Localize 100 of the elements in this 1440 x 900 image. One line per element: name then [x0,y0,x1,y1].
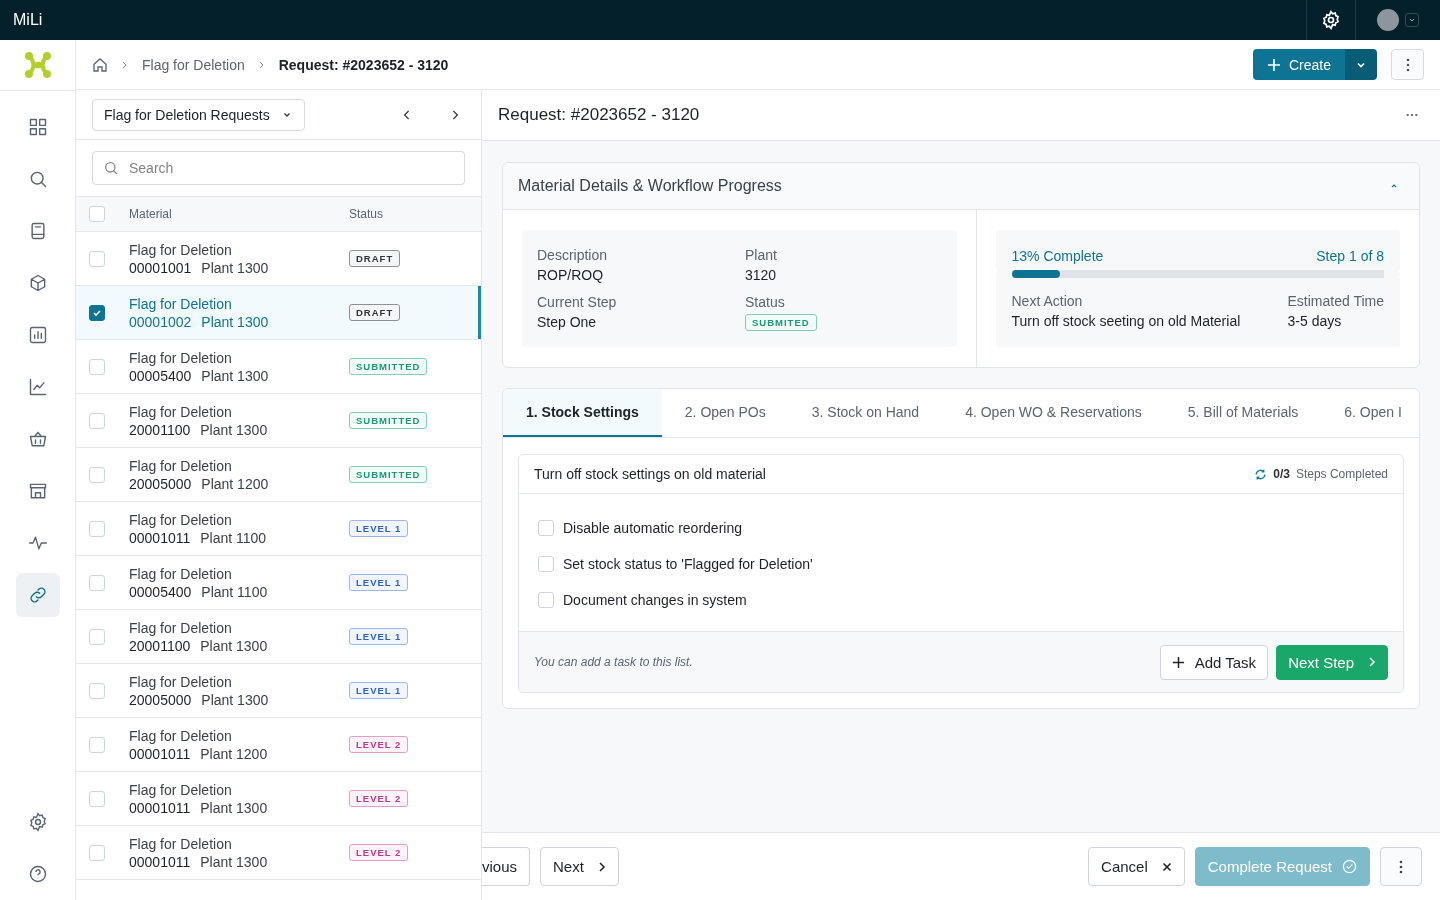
list-row[interactable]: Flag for Deletion 00001011 Plant 1200 LEVEL 2 [76,718,481,772]
help-icon [27,864,48,884]
step-tab[interactable]: 4. Open WO & Reservations [942,389,1165,437]
step-tab[interactable]: 6. Open I [1321,389,1419,437]
chevron-right-icon [451,108,459,121]
list-row[interactable]: Flag for Deletion 20001100 Plant 1300 SUBMITTED [76,394,481,448]
line-chart-icon [27,377,48,397]
step-tab[interactable]: 2. Open POs [661,389,789,437]
next-button[interactable]: Next [540,847,619,886]
link-icon [27,585,48,605]
list-row[interactable]: Flag for Deletion 20001100 Plant 1300 LEVEL 1 [76,610,481,664]
caret-icon[interactable] [1405,13,1419,27]
field-value: Step One [537,314,597,330]
material-number: 20005000 [129,475,192,492]
task-label: Disable automatic reordering [563,520,742,536]
material-number: 20001100 [129,421,191,438]
store-icon [27,481,48,501]
material-title: Flag for Deletion [129,295,233,312]
avatar[interactable] [1377,9,1399,31]
task-checkbox[interactable] [538,592,554,608]
material-number: 00001011 [129,799,191,816]
hint-text: You can add a task to this list. [534,655,693,669]
plant-label: Plant 1300 [201,691,269,708]
field-label: Estimated Time [1287,293,1384,309]
field-value: ROP/ROQ [537,267,604,283]
request-title: Request: #2023652 - 3120 [498,105,700,125]
material-number: 00005400 [129,367,192,384]
list-row[interactable]: Flag for Deletion 00005400 Plant 1300 SUBMITTED [76,340,481,394]
task-checkbox[interactable] [538,556,554,572]
card-title: Material Details & Workflow Progress [518,177,782,195]
status-badge: DRAFT [349,250,401,267]
close-icon [1161,861,1172,872]
status-badge: LEVEL 1 [349,628,409,645]
cancel-button[interactable]: Cancel [1088,847,1185,886]
list-row[interactable]: Flag for Deletion 20005000 Plant 1300 LEVEL 1 [76,664,481,718]
more-button[interactable] [1380,847,1422,886]
plant-label: Plant 1300 [200,421,268,438]
plant-label: Plant 1200 [201,475,269,492]
list-row[interactable]: Flag for Deletion 00005400 Plant 1100 LEVEL 1 [76,556,481,610]
list-row[interactable]: Flag for Deletion 00001002 Plant 1300 DRAFT [76,286,481,340]
settings-icon [1321,10,1341,30]
status-badge: LEVEL 1 [349,574,409,591]
list-row[interactable]: Flag for Deletion 00001011 Plant 1100 LEVEL 1 [76,502,481,556]
refresh-icon [1254,467,1268,481]
column-header: Status [349,207,384,221]
basket-icon [27,429,48,449]
kebab-icon [1405,57,1410,72]
list-row[interactable]: Flag for Deletion 20005000 Plant 1200 SUBMITTED [76,448,481,502]
status-badge: LEVEL 2 [349,790,409,807]
chevron-right-icon [597,861,606,872]
plant-label: Plant 1300 [200,853,268,870]
create-button[interactable]: Create [1252,49,1345,80]
field-label: Next Action [1011,293,1083,309]
material-title: Flag for Deletion [129,349,233,366]
field-label: Current Step [537,294,617,310]
plant-label: Plant 1300 [201,367,269,384]
select-all-checkbox[interactable] [89,206,105,222]
list-row[interactable]: Flag for Deletion 00001011 Plant 1300 LEVEL 2 [76,772,481,826]
material-title: Flag for Deletion [129,457,233,474]
task-title: Turn off stock settings on old material [534,466,766,482]
dropdown-button[interactable] [1345,49,1377,80]
home-icon[interactable] [92,56,108,73]
breadcrumb-link[interactable]: Flag for Deletion [142,56,245,73]
column-header: Material [129,207,173,221]
status-badge: SUBMITTED [349,466,428,483]
view-dropdown[interactable]: Flag for Deletion Requests [92,98,305,131]
previous-button[interactable]: vious [482,847,531,886]
step-tab[interactable]: 3. Stock on Hand [788,389,943,437]
chevron-right-icon [1368,657,1376,667]
more-icon [1406,113,1418,117]
material-number: 00001011 [129,745,191,762]
nav-item[interactable] [15,573,60,617]
material-number: 00001011 [129,529,191,546]
steps-label: Steps Completed [1295,467,1388,481]
more-button[interactable] [1391,49,1424,80]
status-badge: SUBMITTED [349,412,428,429]
task-checkbox[interactable] [538,520,554,536]
bar-chart-icon [27,325,48,345]
app-title: MiLi [13,11,43,29]
status-badge: LEVEL 1 [349,520,409,537]
row-checkbox[interactable] [89,304,105,321]
material-title: Flag for Deletion [129,673,233,690]
step-tab[interactable]: 1. Stock Settings [503,389,662,437]
step-tab[interactable]: 5. Bill of Materials [1164,389,1322,437]
kebab-icon [1399,859,1403,874]
search-field[interactable]: Search [92,151,465,185]
status-badge: SUBMITED [745,314,817,331]
check-icon [92,307,102,318]
material-title: Flag for Deletion [129,619,233,636]
task-label: Set stock status to 'Flagged for Deletion' [563,556,813,572]
plant-label: Plant 1200 [200,745,268,762]
grid-icon [27,117,48,137]
material-number: 00005400 [129,583,192,600]
breadcrumb-link[interactable]: Request: #2023652 - 3120 [278,56,449,73]
settings-button[interactable] [1306,0,1356,40]
add-task-button[interactable]: Add Task [1159,644,1269,680]
progress-percent: 13% Complete [1011,248,1104,264]
status-badge: LEVEL 2 [349,736,409,753]
list-row[interactable]: Flag for Deletion 00001011 Plant 1300 LEVEL 2 [76,826,481,880]
plant-label: Plant 1300 [201,259,269,276]
